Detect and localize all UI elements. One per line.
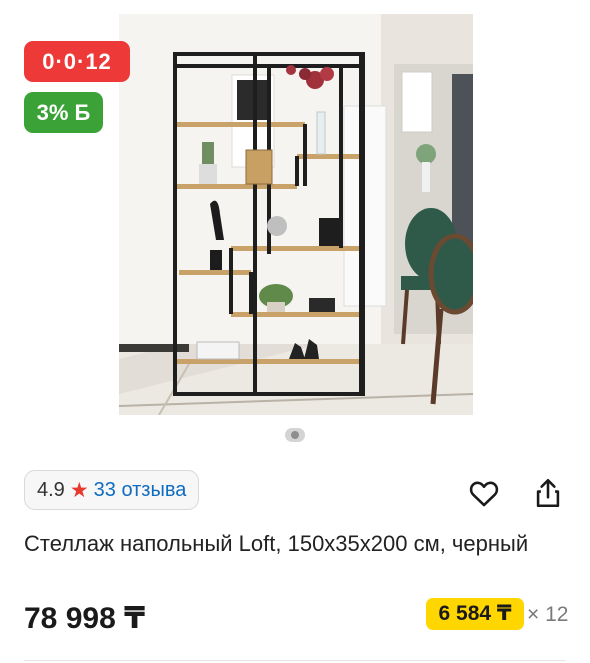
bonus-badge: 3% Б xyxy=(24,92,103,133)
favorite-button[interactable] xyxy=(467,476,501,510)
product-title: Стеллаж напольный Loft, 150х35х200 см, ч… xyxy=(24,531,529,556)
divider xyxy=(24,660,566,661)
product-photo xyxy=(119,14,473,415)
rating-score: 4.9 xyxy=(37,478,65,501)
share-button[interactable] xyxy=(531,476,565,510)
star-icon: ★ xyxy=(69,478,89,502)
installment-badge: 0·0·12 xyxy=(24,41,130,82)
installment-months: × 12 xyxy=(527,603,569,626)
monthly-payment-badge[interactable]: 6 584 ₸ xyxy=(426,598,524,630)
carousel-dot-active xyxy=(291,431,299,439)
rating-chip[interactable]: 4.9 ★ 33 отзыва xyxy=(24,470,200,510)
heart-icon xyxy=(469,481,499,507)
reviews-link[interactable]: 33 отзыва xyxy=(94,479,187,502)
carousel-indicator[interactable] xyxy=(285,428,305,442)
product-price: 78 998 ₸ xyxy=(24,602,145,635)
share-icon xyxy=(536,478,560,508)
product-image[interactable] xyxy=(119,14,473,415)
